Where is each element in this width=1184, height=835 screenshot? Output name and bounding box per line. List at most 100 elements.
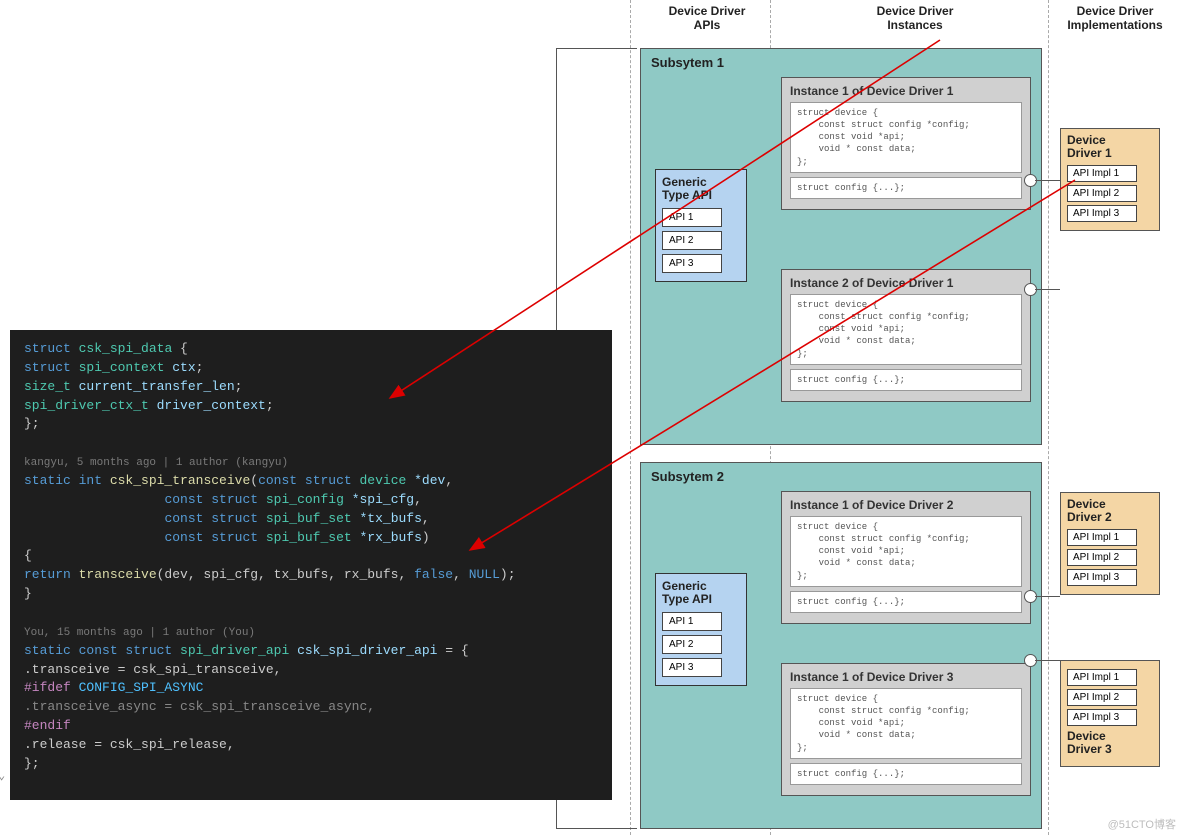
code-text: .release = csk_spi_release, — [24, 737, 235, 752]
code-text: struct — [211, 492, 266, 507]
code-text: *spi_cfg — [352, 492, 414, 507]
instance-box: Instance 1 of Device Driver 3 struct dev… — [781, 663, 1031, 796]
api-item[interactable]: API 1 — [662, 612, 722, 631]
driver-title: DeviceDriver 2 — [1067, 498, 1153, 524]
instance-code: struct device { const struct config *con… — [790, 102, 1022, 173]
code-text: struct — [211, 511, 266, 526]
driver-api-impl[interactable]: API Impl 3 — [1067, 205, 1137, 222]
code-kw: struct — [24, 341, 71, 356]
code-text: false — [414, 567, 453, 582]
code-text: , — [453, 567, 469, 582]
code-text: (dev, spi_cfg, tx_bufs, rx_bufs, — [157, 567, 414, 582]
subsystem-2-label: Subsytem 2 — [651, 469, 724, 484]
instance-code: struct config {...}; — [790, 177, 1022, 199]
api-item[interactable]: API 2 — [662, 635, 722, 654]
code-text: const — [164, 492, 211, 507]
code-text: spi_driver_api — [180, 643, 289, 658]
api-item[interactable]: API 3 — [662, 254, 722, 273]
code-text: current_transfer_len — [79, 379, 235, 394]
code-text: size_t — [24, 379, 79, 394]
code-text: ) — [422, 530, 430, 545]
generic-api-title: GenericType API — [662, 580, 740, 606]
driver-api-impl[interactable]: API Impl 2 — [1067, 549, 1137, 566]
code-fn: csk_spi_transceive — [110, 473, 250, 488]
device-driver-2: DeviceDriver 2 API Impl 1 API Impl 2 API… — [1060, 492, 1160, 595]
code-text: .transceive = csk_spi_transceive, — [24, 662, 281, 677]
code-text: struct — [211, 530, 266, 545]
code-text: NULL — [469, 567, 500, 582]
connector — [1035, 660, 1060, 661]
instance-code: struct config {...}; — [790, 763, 1022, 785]
code-text: const — [79, 643, 126, 658]
code-text: spi_buf_set — [266, 511, 360, 526]
code-text: spi_context — [79, 360, 165, 375]
connector — [1035, 180, 1060, 181]
code-text — [289, 643, 297, 658]
code-text: spi_buf_set — [266, 530, 360, 545]
api-item[interactable]: API 2 — [662, 231, 722, 250]
subsystem-2: Subsytem 2 GenericType API API 1 API 2 A… — [640, 462, 1042, 829]
subsystem-1: Subsytem 1 GenericType API API 1 API 2 A… — [640, 48, 1042, 445]
code-text: .transceive_async = csk_spi_transceive_a… — [24, 699, 375, 714]
device-driver-1: DeviceDriver 1 API Impl 1 API Impl 2 API… — [1060, 128, 1160, 231]
code-text: const — [164, 530, 211, 545]
code-text: static — [24, 473, 79, 488]
device-driver-3: API Impl 1 API Impl 2 API Impl 3 DeviceD… — [1060, 660, 1160, 767]
driver-api-impl[interactable]: API Impl 3 — [1067, 569, 1137, 586]
driver-api-impl[interactable]: API Impl 1 — [1067, 529, 1137, 546]
code-editor: struct csk_spi_data { struct spi_context… — [10, 330, 612, 800]
instance-title: Instance 1 of Device Driver 1 — [790, 84, 1022, 98]
instance-title: Instance 1 of Device Driver 2 — [790, 498, 1022, 512]
header-instances: Device DriverInstances — [830, 4, 1000, 32]
code-text: csk_spi_driver_api — [297, 643, 437, 658]
code-text: *dev — [414, 473, 445, 488]
connector — [1035, 596, 1060, 597]
code-text: = { — [438, 643, 469, 658]
code-text: *rx_bufs — [359, 530, 421, 545]
code-text: ; — [235, 379, 243, 394]
instance-box: Instance 1 of Device Driver 2 struct dev… — [781, 491, 1031, 624]
instance-code: struct device { const struct config *con… — [790, 294, 1022, 365]
driver-api-impl[interactable]: API Impl 1 — [1067, 165, 1137, 182]
generic-api-box-1: GenericType API API 1 API 2 API 3 — [655, 169, 747, 282]
code-text: ; — [266, 398, 274, 413]
code-text: struct — [24, 360, 79, 375]
instance-box: Instance 2 of Device Driver 1 struct dev… — [781, 269, 1031, 402]
code-text: struct — [305, 473, 360, 488]
code-text: const — [164, 511, 211, 526]
generic-api-title: GenericType API — [662, 176, 740, 202]
code-text: spi_config — [266, 492, 352, 507]
driver-api-impl[interactable]: API Impl 3 — [1067, 709, 1137, 726]
driver-title: DeviceDriver 3 — [1067, 730, 1153, 756]
instance-code: struct config {...}; — [790, 369, 1022, 391]
driver-api-impl[interactable]: API Impl 2 — [1067, 185, 1137, 202]
divider — [1048, 0, 1049, 835]
code-text: driver_context — [157, 398, 266, 413]
fold-chevron-icon[interactable]: ⌄ — [0, 768, 5, 785]
instance-code: struct device { const struct config *con… — [790, 516, 1022, 587]
code-text: spi_driver_ctx_t — [24, 398, 157, 413]
code-preproc: #endif — [24, 718, 71, 733]
code-text: }; — [24, 756, 40, 771]
code-text: ; — [196, 360, 204, 375]
git-blame-line: You, 15 months ago | 1 author (You) — [24, 627, 255, 639]
code-text: return — [24, 567, 79, 582]
code-text: }; — [24, 416, 40, 431]
instance-title: Instance 2 of Device Driver 1 — [790, 276, 1022, 290]
instance-title: Instance 1 of Device Driver 3 — [790, 670, 1022, 684]
api-item[interactable]: API 1 — [662, 208, 722, 227]
code-text: transceive — [79, 567, 157, 582]
code-text: struct — [125, 643, 180, 658]
code-macro: CONFIG_SPI_ASYNC — [79, 680, 204, 695]
code-text: ctx — [164, 360, 195, 375]
code-text: const — [258, 473, 305, 488]
api-item[interactable]: API 3 — [662, 658, 722, 677]
driver-api-impl[interactable]: API Impl 2 — [1067, 689, 1137, 706]
subsystem-1-label: Subsytem 1 — [651, 55, 724, 70]
code-text: ); — [500, 567, 516, 582]
instance-code: struct device { const struct config *con… — [790, 688, 1022, 759]
code-text: int — [79, 473, 110, 488]
driver-api-impl[interactable]: API Impl 1 — [1067, 669, 1137, 686]
code-text: static — [24, 643, 79, 658]
code-text: } — [24, 586, 32, 601]
